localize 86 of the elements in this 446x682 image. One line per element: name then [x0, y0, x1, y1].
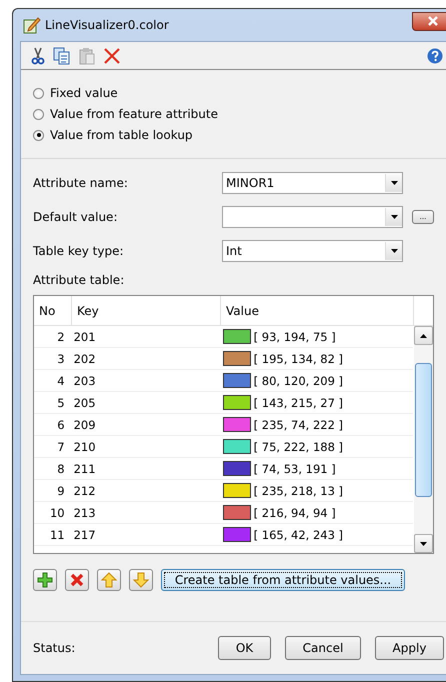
table-cell-text: 211: [72, 460, 97, 478]
scissors-icon: [30, 46, 46, 64]
table-label: Attribute table:: [33, 273, 126, 287]
dropdown-field[interactable]: [222, 206, 403, 228]
radio-option[interactable]: Value from table lookup: [33, 128, 446, 142]
window-title: LineVisualizer0.color: [45, 18, 169, 32]
dropdown-field[interactable]: MINOR1: [222, 172, 403, 194]
dropdown-arrow-icon: [390, 249, 398, 253]
column-header[interactable]: No: [34, 296, 72, 325]
row-number: 11: [48, 526, 66, 544]
table-cell: [ 143, 215, 27 ]: [254, 396, 344, 410]
color-swatch[interactable]: [222, 395, 251, 410]
table-cell-text: 213: [72, 504, 97, 522]
table-cell: [ 165, 42, 243 ]: [254, 528, 344, 542]
browse-button[interactable]: ...: [412, 210, 434, 224]
color-swatch[interactable]: [222, 461, 251, 476]
table-cell: [ 216, 94, 94 ]: [254, 506, 336, 520]
table-cell-text: 210: [72, 438, 97, 456]
paste-icon: [78, 46, 96, 64]
table-cell-text: 205: [72, 394, 97, 412]
radio-option[interactable]: Value from feature attribute: [33, 107, 446, 121]
plus-icon: [37, 572, 53, 588]
close-button[interactable]: [412, 12, 446, 30]
radio-option[interactable]: Fixed value: [33, 86, 446, 100]
dialog-button[interactable]: Apply: [375, 636, 444, 660]
color-swatch[interactable]: [222, 417, 251, 432]
color-swatch[interactable]: [222, 505, 251, 520]
remove-row-button[interactable]: [65, 569, 89, 591]
down-arrow-icon: [133, 572, 149, 588]
field-label: Attribute name:: [33, 176, 129, 190]
up-arrow-icon: [101, 572, 117, 588]
row-number: 6: [56, 416, 66, 434]
edit-icon: [23, 16, 41, 34]
dropdown-field[interactable]: Int: [222, 240, 403, 262]
move-up-button[interactable]: [97, 569, 121, 591]
color-swatch[interactable]: [222, 329, 251, 344]
table-cell-text: 209: [72, 416, 97, 434]
status-label: Status:: [33, 641, 76, 655]
table-cell: [ 80, 120, 209 ]: [254, 374, 344, 388]
scroll-up-icon: [420, 334, 428, 338]
table-cell-text: 217: [72, 526, 97, 544]
table-cell-text: 202: [72, 350, 97, 368]
column-header[interactable]: Value: [221, 296, 414, 325]
color-swatch[interactable]: [222, 373, 251, 388]
delete-icon: [103, 46, 121, 64]
scroll-down-icon: [420, 542, 428, 546]
table-cell-text: 203: [72, 372, 97, 390]
move-down-button[interactable]: [129, 569, 153, 591]
help-icon: [427, 48, 443, 64]
remove-icon: [69, 572, 85, 588]
help-button[interactable]: [426, 46, 444, 64]
cut-button[interactable]: [29, 46, 47, 66]
delete-button[interactable]: [102, 46, 122, 66]
row-number: 3: [56, 350, 66, 368]
row-number: 10: [48, 504, 66, 522]
table-cell: [ 75, 222, 188 ]: [254, 440, 344, 454]
table-cell-text: 212: [72, 482, 97, 500]
copy-icon: [53, 46, 71, 64]
dialog-button[interactable]: Cancel: [285, 636, 361, 660]
row-number: 7: [56, 438, 66, 456]
table-cell: [ 93, 194, 75 ]: [254, 330, 336, 344]
row-number: 8: [56, 460, 66, 478]
color-swatch[interactable]: [222, 439, 251, 454]
table-cell: [ 195, 134, 82 ]: [254, 352, 344, 366]
color-swatch[interactable]: [222, 351, 251, 366]
copy-button[interactable]: [52, 46, 72, 66]
field-label: Default value:: [33, 210, 118, 224]
row-number: 9: [56, 482, 66, 500]
scrollbar[interactable]: [414, 326, 433, 553]
row-number: 2: [56, 328, 66, 346]
row-number: 4: [56, 372, 66, 390]
table-cell: [ 235, 218, 13 ]: [254, 484, 344, 498]
field-label: Table key type:: [33, 244, 125, 258]
column-header[interactable]: Key: [72, 296, 221, 325]
create-table-button[interactable]: Create table from attribute values...: [161, 569, 405, 591]
row-number: 5: [56, 394, 66, 412]
dropdown-arrow-icon: [390, 215, 398, 219]
add-row-button[interactable]: [33, 569, 57, 591]
color-swatch[interactable]: [222, 483, 251, 498]
dialog-button[interactable]: OK: [218, 636, 271, 660]
table-cell: [ 74, 53, 191 ]: [254, 462, 336, 476]
table-cell: [ 235, 74, 222 ]: [254, 418, 344, 432]
dropdown-arrow-icon: [390, 181, 398, 185]
color-swatch[interactable]: [222, 527, 251, 542]
close-icon: [426, 16, 438, 26]
table-cell-text: 201: [72, 328, 97, 346]
